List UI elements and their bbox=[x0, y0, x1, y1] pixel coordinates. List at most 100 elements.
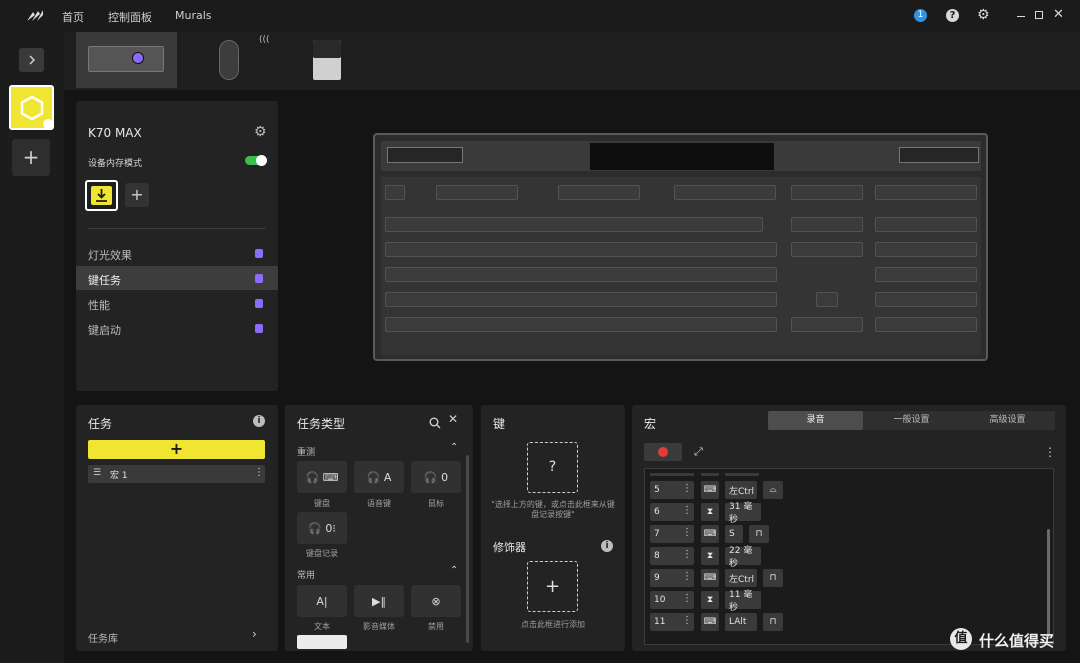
macro-panel: 宏 录音 一般设置 高级设置 ⤢ ⋮ 5 ⋮ ⌨ 左Ctrl ⌓ 6 ⋮ ⧗ 31 毫秒 7 ⋮ ⌨ S… bbox=[632, 405, 1066, 651]
menu-lighting[interactable]: 灯光效果 bbox=[88, 247, 132, 263]
tasks-title: 任务 bbox=[88, 417, 113, 431]
hourglass-icon: ⧗ bbox=[701, 503, 719, 521]
add-profile-button[interactable]: + bbox=[12, 139, 50, 176]
record-button[interactable] bbox=[644, 443, 682, 461]
key-release-icon[interactable]: ⊓ bbox=[763, 613, 783, 631]
add-onboard-profile-button[interactable]: + bbox=[125, 183, 149, 207]
onboard-profile-button[interactable] bbox=[85, 180, 118, 211]
tab-advanced-settings[interactable]: 高级设置 bbox=[960, 411, 1055, 430]
help-icon[interactable]: ? bbox=[946, 9, 959, 22]
keyboard-icon: ⌨ bbox=[701, 613, 719, 631]
key-release-icon[interactable]: ⊓ bbox=[763, 569, 783, 587]
modifier-add-box[interactable]: + bbox=[527, 561, 578, 612]
macro-step-row[interactable]: 5 ⋮ ⌨ 左Ctrl ⌓ bbox=[650, 481, 1030, 499]
record-dot-icon bbox=[658, 447, 668, 457]
key-release-icon[interactable]: ⊓ bbox=[749, 525, 769, 543]
tile-keyboard[interactable]: 🎧 ⌨ bbox=[297, 461, 347, 493]
title-bar: 首页 控制面板 Murals 1 ? ⚙ ✕ bbox=[0, 0, 1080, 32]
hourglass-icon: ⧗ bbox=[701, 591, 719, 609]
step-value[interactable]: 31 毫秒 bbox=[725, 502, 761, 525]
macro-step-row[interactable]: 6 ⋮ ⧗ 31 毫秒 bbox=[650, 502, 1030, 525]
tile-media[interactable]: ▶‖ bbox=[354, 585, 404, 617]
profile-tile-active[interactable] bbox=[9, 85, 54, 130]
drag-handle-icon[interactable]: ⋮ bbox=[682, 527, 692, 538]
nav-murals[interactable]: Murals bbox=[175, 9, 212, 22]
modifier-title: 修饰器 bbox=[493, 541, 526, 554]
device-settings-gear-icon[interactable]: ⚙ bbox=[254, 124, 267, 140]
drag-handle-icon[interactable]: ⋮ bbox=[682, 505, 692, 516]
info-icon[interactable]: i bbox=[253, 415, 265, 427]
keyboard-icon: ⌨ bbox=[701, 525, 719, 543]
nav-home[interactable]: 首页 bbox=[62, 9, 84, 25]
step-value[interactable]: LAlt bbox=[725, 613, 757, 631]
task-item-macro[interactable]: ☰ 宏 1 ⋮ bbox=[88, 465, 265, 483]
macro-step-row[interactable]: 8 ⋮ ⧗ 22 毫秒 bbox=[650, 546, 1030, 569]
tab-general-settings[interactable]: 一般设置 bbox=[864, 411, 959, 430]
step-value[interactable]: 11 毫秒 bbox=[725, 590, 761, 613]
scrollbar[interactable] bbox=[466, 455, 469, 643]
tile-keyboard-record[interactable]: 🎧 0⁝ bbox=[297, 512, 347, 544]
key-capture-box[interactable]: ? bbox=[527, 442, 578, 493]
macro-step-row[interactable]: 10 ⋮ ⧗ 11 毫秒 bbox=[650, 590, 1030, 613]
more-vertical-icon[interactable]: ⋮ bbox=[1044, 445, 1056, 459]
minimize-icon[interactable] bbox=[1017, 16, 1025, 17]
info-icon[interactable]: i bbox=[601, 540, 613, 552]
drag-handle-icon[interactable]: ⋮ bbox=[682, 571, 692, 582]
device-dongle-tab[interactable] bbox=[313, 40, 341, 80]
nav-dashboard[interactable]: 控制面板 bbox=[108, 9, 152, 25]
task-library-link[interactable]: 任务库 bbox=[88, 630, 118, 645]
device-name: K70 MAX bbox=[88, 126, 142, 140]
tile-disable[interactable]: ⊗ bbox=[411, 585, 461, 617]
lock-icon bbox=[132, 52, 144, 64]
step-value[interactable]: 22 毫秒 bbox=[725, 546, 761, 569]
section-common: 常用 bbox=[297, 571, 316, 581]
keyboard-thumbnail bbox=[88, 46, 164, 72]
tile-text[interactable]: A| bbox=[297, 585, 347, 617]
memory-mode-toggle[interactable] bbox=[245, 155, 267, 166]
drag-handle-icon[interactable]: ⋮ bbox=[682, 615, 692, 626]
drag-handle-icon[interactable]: ⋮ bbox=[682, 549, 692, 560]
corsair-logo-icon[interactable] bbox=[26, 8, 44, 22]
memory-mode-label: 设备内存模式 bbox=[88, 159, 143, 169]
add-task-button[interactable]: + bbox=[88, 440, 265, 459]
notification-badge[interactable]: 1 bbox=[914, 9, 927, 22]
scrollbar[interactable] bbox=[1047, 529, 1050, 639]
search-icon[interactable] bbox=[429, 414, 441, 433]
more-vertical-icon[interactable]: ⋮ bbox=[254, 467, 264, 478]
macro-step-row[interactable]: 9 ⋮ ⌨ 左Ctrl ⊓ bbox=[650, 569, 1030, 587]
tab-record[interactable]: 录音 bbox=[768, 411, 863, 430]
lock-icon bbox=[255, 274, 263, 283]
macro-step-row[interactable]: 11 ⋮ ⌨ LAlt ⊓ bbox=[650, 613, 1030, 631]
drag-handle-icon[interactable]: ⋮ bbox=[682, 483, 692, 494]
close-icon[interactable]: ✕ bbox=[448, 412, 458, 426]
keyboard-image[interactable] bbox=[373, 133, 988, 361]
menu-performance[interactable]: 性能 bbox=[88, 297, 110, 313]
step-value[interactable]: 左Ctrl bbox=[725, 569, 757, 587]
chevron-up-icon[interactable]: ⌃ bbox=[450, 442, 458, 453]
drag-handle-icon[interactable]: ⋮ bbox=[682, 593, 692, 604]
chevron-right-icon[interactable]: › bbox=[252, 627, 257, 641]
tile-mouse[interactable]: 🎧 0 bbox=[411, 461, 461, 493]
wifi-icon: ((( bbox=[259, 35, 270, 45]
tile-voice-key[interactable]: 🎧 A bbox=[354, 461, 404, 493]
volume-wheel bbox=[899, 147, 979, 163]
close-icon[interactable]: ✕ bbox=[1053, 7, 1064, 22]
gear-icon[interactable]: ⚙ bbox=[977, 8, 990, 22]
expand-icon[interactable]: ⤢ bbox=[694, 445, 703, 459]
menu-key-actuation[interactable]: 键启动 bbox=[88, 322, 121, 338]
device-keyboard-tab[interactable] bbox=[76, 32, 177, 88]
step-value[interactable]: 左Ctrl bbox=[725, 481, 757, 499]
expand-rail-button[interactable] bbox=[19, 48, 44, 72]
step-value[interactable]: S bbox=[725, 525, 743, 543]
maximize-icon[interactable] bbox=[1035, 11, 1043, 19]
hourglass-icon: ⧗ bbox=[701, 547, 719, 565]
device-mouse-tab[interactable] bbox=[219, 40, 239, 80]
macro-step-row[interactable]: 7 ⋮ ⌨ S ⊓ bbox=[650, 525, 1030, 543]
task-types-panel: 任务类型 ✕ 重测 ⌃ 🎧 ⌨ 键盘 🎧 A 语音键 🎧 0 鼠标 🎧 0⁝ 键… bbox=[285, 405, 473, 651]
hexagon-profile-icon bbox=[20, 95, 43, 120]
key-press-icon[interactable]: ⌓ bbox=[763, 481, 783, 499]
tile-partial[interactable] bbox=[297, 635, 347, 649]
chevron-up-icon[interactable]: ⌃ bbox=[450, 565, 458, 576]
menu-key-tasks[interactable]: 键任务 bbox=[88, 272, 121, 288]
tile-keyboard-record-label: 键盘记录 bbox=[306, 549, 338, 558]
